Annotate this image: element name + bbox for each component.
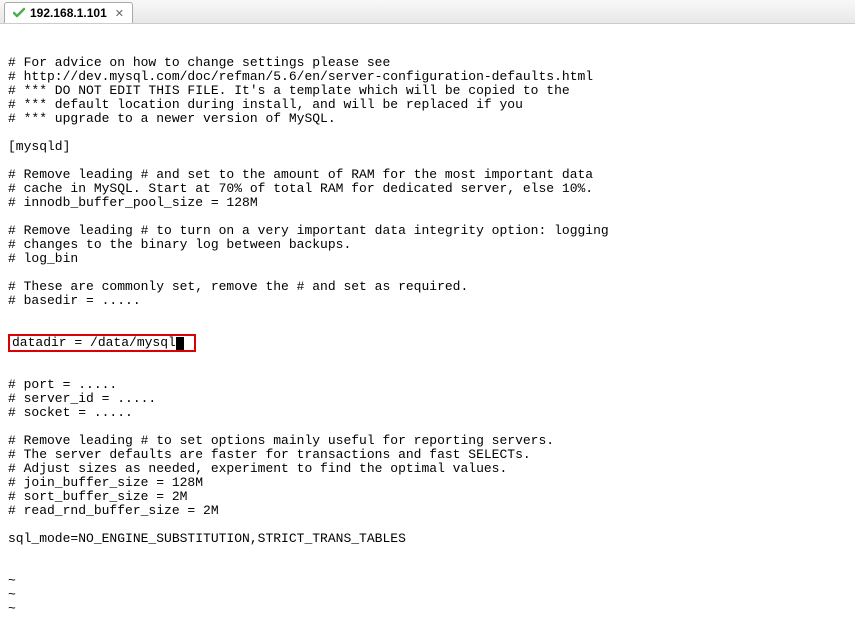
editor-line: # Remove leading # to turn on a very imp… xyxy=(8,224,847,238)
editor-line: # basedir = ..... xyxy=(8,294,847,308)
text-cursor xyxy=(176,337,184,350)
highlighted-line: datadir = /data/mysql xyxy=(8,336,847,350)
editor-line: # server_id = ..... xyxy=(8,392,847,406)
editor-line: # log_bin xyxy=(8,252,847,266)
editor-line xyxy=(8,518,847,532)
editor-line: [mysqld] xyxy=(8,140,847,154)
editor-content[interactable]: # For advice on how to change settings p… xyxy=(0,24,855,621)
editor-line: # port = ..... xyxy=(8,378,847,392)
editor-line: # innodb_buffer_pool_size = 128M xyxy=(8,196,847,210)
vim-tilde-line: ~ xyxy=(8,616,847,621)
tab-title: 192.168.1.101 xyxy=(30,6,107,20)
vim-tilde-line: ~ xyxy=(8,574,847,588)
editor-line xyxy=(8,266,847,280)
tab-bar: 192.168.1.101 ✕ xyxy=(0,0,855,24)
editor-line: # Remove leading # to set options mainly… xyxy=(8,434,847,448)
editor-line: # sort_buffer_size = 2M xyxy=(8,490,847,504)
editor-line: # read_rnd_buffer_size = 2M xyxy=(8,504,847,518)
editor-line: # The server defaults are faster for tra… xyxy=(8,448,847,462)
editor-line: # changes to the binary log between back… xyxy=(8,238,847,252)
editor-line: # *** upgrade to a newer version of MySQ… xyxy=(8,112,847,126)
editor-line xyxy=(8,154,847,168)
editor-line: sql_mode=NO_ENGINE_SUBSTITUTION,STRICT_T… xyxy=(8,532,847,546)
checkmark-icon xyxy=(13,7,25,19)
editor-line: # Remove leading # and set to the amount… xyxy=(8,168,847,182)
editor-line xyxy=(8,126,847,140)
vim-tilde-line: ~ xyxy=(8,602,847,616)
editor-line: # These are commonly set, remove the # a… xyxy=(8,280,847,294)
tab-active[interactable]: 192.168.1.101 ✕ xyxy=(4,2,133,23)
vim-tilde-line: ~ xyxy=(8,588,847,602)
editor-line: # http://dev.mysql.com/doc/refman/5.6/en… xyxy=(8,70,847,84)
editor-line: # *** default location during install, a… xyxy=(8,98,847,112)
editor-line xyxy=(8,210,847,224)
editor-line: # cache in MySQL. Start at 70% of total … xyxy=(8,182,847,196)
editor-line: # For advice on how to change settings p… xyxy=(8,56,847,70)
editor-line xyxy=(8,420,847,434)
editor-line: # *** DO NOT EDIT THIS FILE. It's a temp… xyxy=(8,84,847,98)
datadir-config-line: datadir = /data/mysql xyxy=(12,335,176,350)
editor-line: # join_buffer_size = 128M xyxy=(8,476,847,490)
close-icon[interactable]: ✕ xyxy=(115,7,124,20)
editor-line: # socket = ..... xyxy=(8,406,847,420)
editor-line: # Adjust sizes as needed, experiment to … xyxy=(8,462,847,476)
